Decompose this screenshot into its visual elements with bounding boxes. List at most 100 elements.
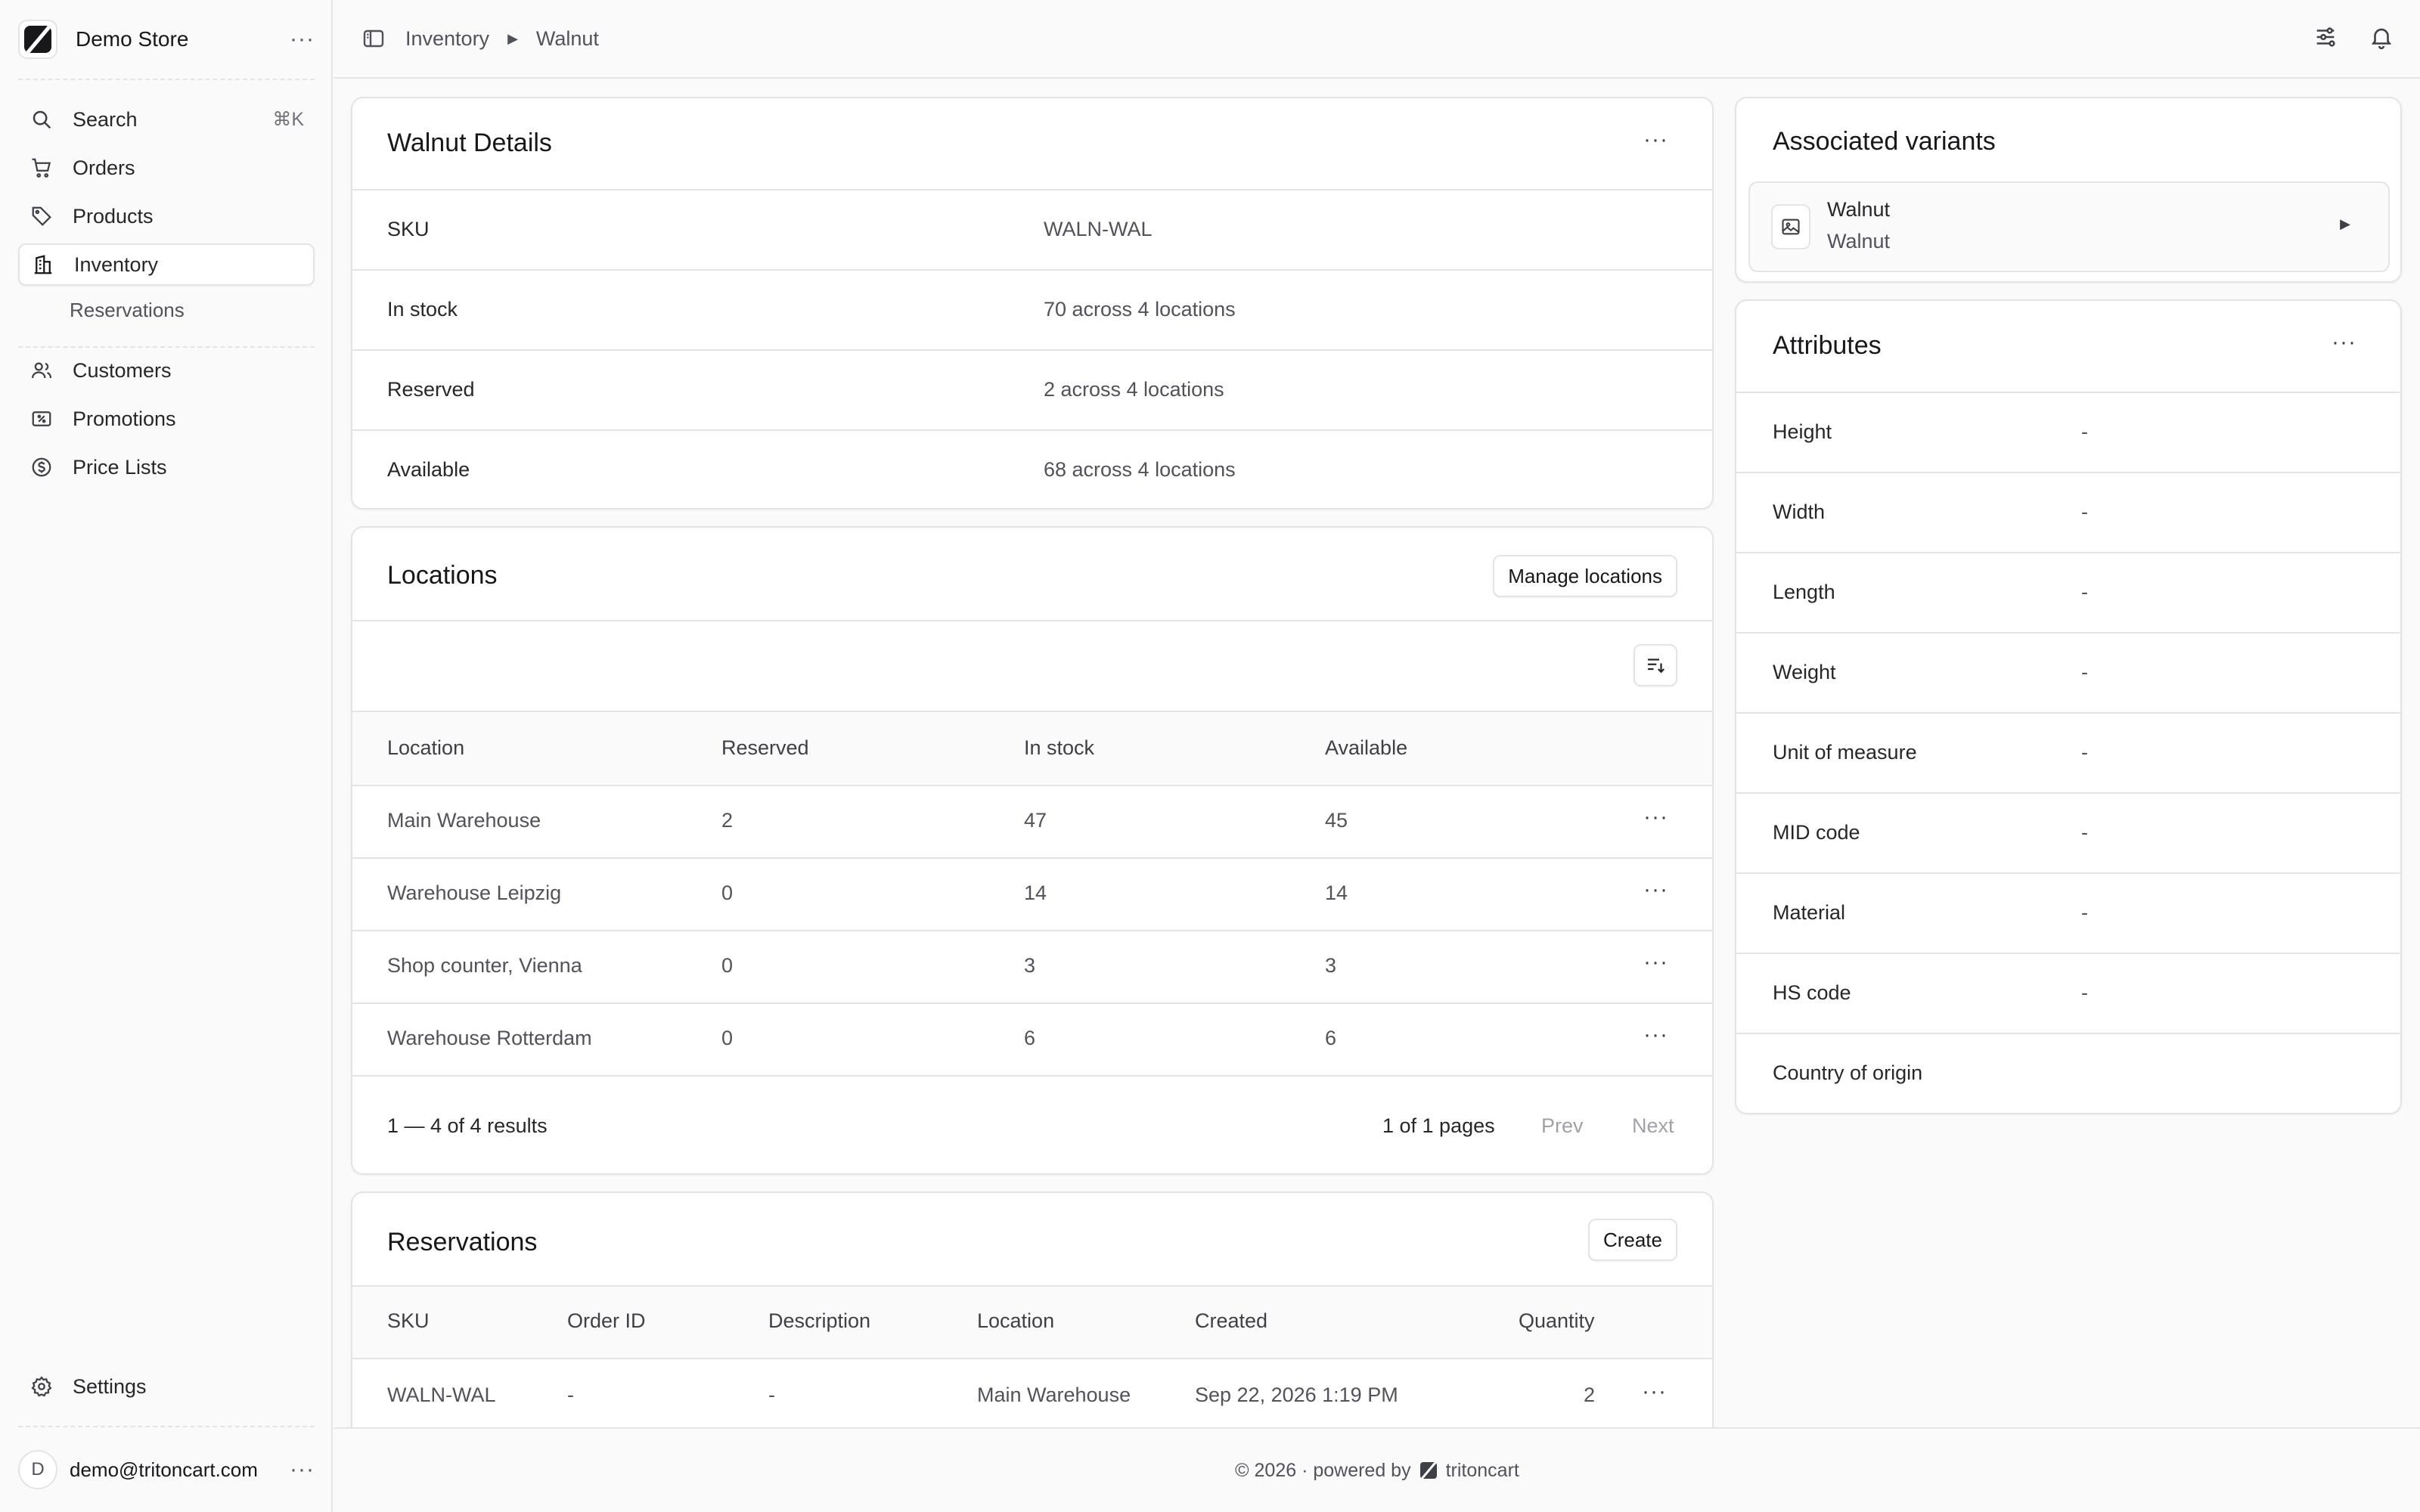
sidebar-divider [18, 1426, 315, 1427]
location-name: Warehouse Rotterdam [387, 1027, 592, 1049]
column-header[interactable]: Created [1195, 1309, 1267, 1333]
footer-brand[interactable]: tritoncart [1446, 1460, 1519, 1482]
create-reservation-button[interactable]: Create [1587, 1219, 1677, 1261]
row-divider [352, 1075, 1712, 1077]
topbar: Inventory ▶ Walnut [334, 0, 2420, 79]
column-header[interactable]: Order ID [567, 1309, 646, 1333]
cart-icon [29, 155, 54, 181]
row-divider [352, 429, 1712, 431]
row-actions-icon[interactable]: ··· [1642, 1379, 1667, 1405]
attribute-value: - [2081, 821, 2088, 844]
row-divider [1736, 792, 2400, 794]
prev-button[interactable]: Prev [1541, 1114, 1584, 1138]
breadcrumb-current: Walnut [535, 26, 599, 50]
row-divider [1736, 392, 2400, 393]
user-menu-icon[interactable]: ··· [290, 1457, 315, 1483]
row-actions-icon[interactable]: ··· [1643, 877, 1668, 903]
row-divider [352, 189, 1712, 191]
dollar-icon [29, 454, 54, 480]
attribute-label: HS code [1773, 981, 1851, 1004]
reservation-description: - [768, 1383, 775, 1406]
detail-value: 70 across 4 locations [1044, 298, 1236, 321]
column-header[interactable]: Location [387, 736, 464, 760]
row-actions-icon[interactable]: ··· [1643, 1022, 1668, 1048]
reservation-location: Main Warehouse [977, 1383, 1131, 1406]
sliders-icon[interactable] [2313, 24, 2338, 50]
sidebar-toggle-icon[interactable] [361, 26, 386, 51]
pagination-pages: 1 of 1 pages [1382, 1114, 1495, 1137]
users-icon [29, 358, 54, 383]
bell-icon[interactable] [2369, 24, 2394, 50]
ticket-icon [29, 406, 54, 432]
variant-title: Walnut [1827, 198, 1891, 221]
in-stock-value: 3 [1024, 954, 1036, 977]
sidebar-item-reservations[interactable]: Reservations [70, 293, 185, 327]
breadcrumb-inventory[interactable]: Inventory [405, 27, 489, 51]
sidebar-item-promotions[interactable]: Promotions [18, 398, 315, 440]
sidebar-search[interactable]: Search ⌘K [18, 98, 315, 141]
next-button[interactable]: Next [1632, 1114, 1674, 1138]
sidebar-search-label: Search [73, 107, 138, 131]
store-name: Demo Store [76, 27, 189, 51]
locations-card: Locations Manage locations Location Rese… [351, 526, 1714, 1175]
sidebar-item-label: Settings [73, 1374, 147, 1398]
sort-button[interactable] [1634, 644, 1677, 686]
attributes-card: Attributes ··· Height - Width - Length - Weigh… [1735, 299, 2402, 1114]
sidebar-item-orders[interactable]: Orders [18, 147, 315, 189]
detail-value: WALN-WAL [1044, 218, 1153, 240]
search-icon [29, 107, 54, 132]
detail-value: 68 across 4 locations [1044, 458, 1236, 481]
in-stock-value: 14 [1024, 881, 1047, 904]
variant-item[interactable]: Walnut Walnut ▶ [1748, 181, 2390, 272]
reserved-value: 0 [721, 881, 734, 904]
manage-locations-button[interactable]: Manage locations [1493, 555, 1677, 597]
attribute-label: Width [1773, 500, 1826, 523]
attributes-title: Attributes [1773, 331, 1882, 360]
row-divider [1736, 712, 2400, 714]
sidebar-item-label: Orders [73, 156, 135, 179]
attribute-value: - [2081, 901, 2088, 924]
row-divider [352, 785, 1712, 786]
row-actions-icon[interactable]: ··· [1643, 804, 1668, 830]
store-menu-icon[interactable]: ··· [290, 26, 315, 52]
sidebar-divider [18, 79, 315, 80]
row-divider [352, 930, 1712, 931]
sidebar-item-inventory[interactable]: Inventory [18, 243, 315, 286]
row-divider [1736, 1033, 2400, 1034]
user-menu[interactable]: D demo@tritoncart.com ··· [18, 1447, 315, 1492]
variants-title: Associated variants [1773, 127, 1996, 156]
row-actions-icon[interactable]: ··· [1643, 950, 1668, 975]
row-divider [1736, 552, 2400, 553]
sidebar-item-products[interactable]: Products [18, 195, 315, 237]
store-switcher[interactable]: Demo Store ··· [18, 17, 315, 62]
in-stock-value: 6 [1024, 1027, 1036, 1049]
breadcrumb: Inventory ▶ Walnut [361, 26, 599, 51]
column-header[interactable]: Available [1325, 736, 1407, 760]
column-header[interactable]: In stock [1024, 736, 1094, 760]
available-value: 45 [1325, 809, 1348, 832]
sidebar-item-customers[interactable]: Customers [18, 349, 315, 392]
attribute-value: - [2081, 741, 2088, 764]
row-divider [1736, 953, 2400, 954]
column-header[interactable]: Quantity [1519, 1309, 1595, 1333]
attribute-value: - [2081, 981, 2088, 1004]
column-header[interactable]: SKU [387, 1309, 430, 1333]
row-divider [352, 1285, 1712, 1287]
chevron-right-icon: ▶ [2340, 216, 2350, 231]
row-divider [1736, 472, 2400, 473]
column-header[interactable]: Location [977, 1309, 1054, 1333]
sidebar-item-settings[interactable]: Settings [18, 1365, 315, 1408]
search-shortcut: ⌘K [272, 109, 304, 130]
attributes-more-icon[interactable]: ··· [2332, 330, 2356, 355]
attribute-label: Length [1773, 581, 1835, 603]
row-divider [352, 620, 1712, 621]
sidebar-item-label: Customers [73, 358, 172, 382]
column-header[interactable]: Description [768, 1309, 870, 1333]
in-stock-value: 47 [1024, 809, 1047, 832]
column-header[interactable]: Reserved [721, 736, 809, 760]
details-more-icon[interactable]: ··· [1643, 127, 1668, 153]
attribute-label: Unit of measure [1773, 741, 1917, 764]
store-logo [18, 20, 57, 59]
detail-value: 2 across 4 locations [1044, 378, 1224, 401]
sidebar-item-price-lists[interactable]: Price Lists [18, 446, 315, 488]
